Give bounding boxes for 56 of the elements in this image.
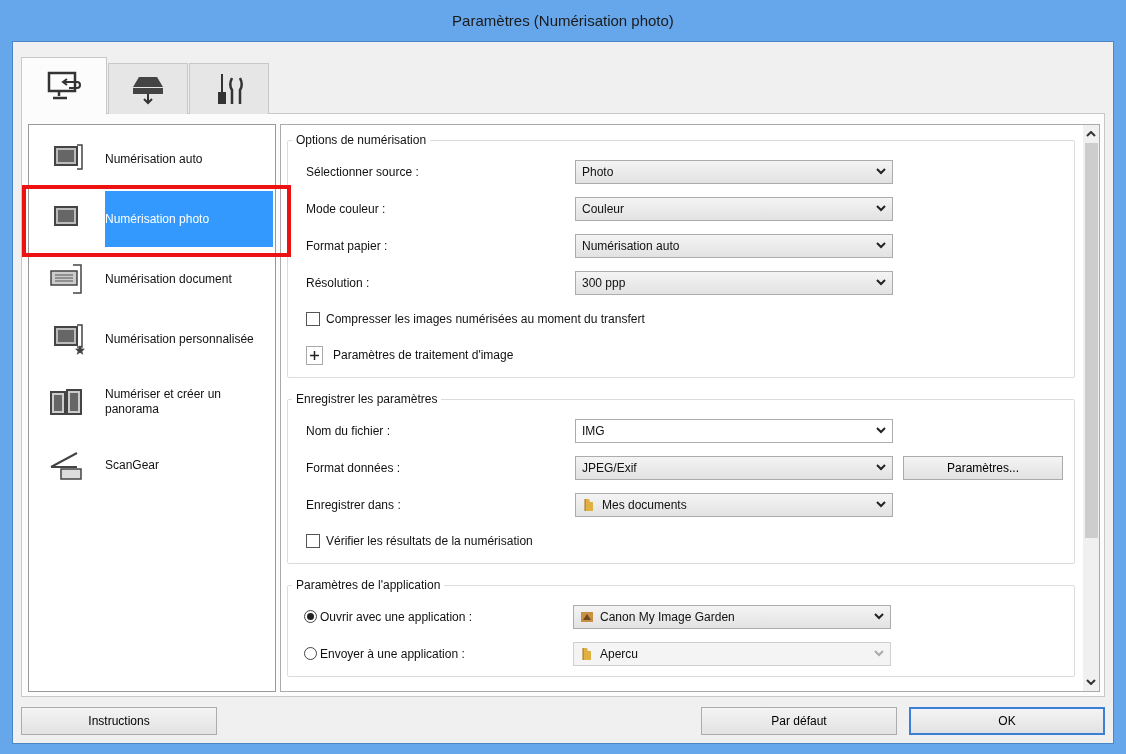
radio-label[interactable]: Ouvrir avec une application : — [320, 609, 473, 624]
plus-icon — [310, 350, 319, 360]
chevron-down-icon — [874, 650, 884, 657]
scroll-up-icon[interactable] — [1086, 131, 1096, 137]
checkbox-label[interactable]: Compresser les images numérisées au moment du transfert — [326, 312, 645, 326]
chevron-down-icon — [874, 613, 884, 620]
chevron-down-icon — [876, 279, 886, 286]
expand-button[interactable] — [306, 345, 323, 365]
dropdown[interactable]: Mes documents — [575, 492, 893, 517]
field-label: Format données : — [306, 460, 402, 475]
chevron-down-icon — [876, 205, 886, 212]
sidebar-item[interactable]: Numériser et créer un panorama — [105, 371, 273, 433]
field-label: Format papier : — [306, 238, 389, 253]
dropdown[interactable]: Canon My Image Garden — [573, 604, 891, 629]
field-label: Nom du fichier : — [306, 423, 392, 438]
tab[interactable] — [108, 63, 188, 114]
field-label: Sélectionner source : — [306, 164, 420, 179]
field-label: Mode couleur : — [306, 201, 387, 216]
chevron-down-icon — [876, 242, 886, 249]
chevron-down-icon — [876, 501, 886, 508]
field-label: Résolution : — [306, 275, 371, 290]
sidebar-item[interactable]: Numérisation personnalisée — [105, 311, 273, 367]
combo-box[interactable]: IMG — [575, 418, 893, 443]
scroll-down-icon[interactable] — [1086, 679, 1096, 685]
dialog-button[interactable]: OK — [909, 707, 1105, 735]
chevron-down-icon — [876, 464, 886, 471]
expander-label: Paramètres de traitement d'image — [333, 348, 514, 362]
checkbox[interactable] — [306, 534, 320, 548]
dialog-button[interactable]: Par défaut — [701, 707, 897, 735]
dropdown[interactable]: Couleur — [575, 196, 893, 221]
checkbox-label[interactable]: Vérifier les résultats de la numérisation — [326, 534, 533, 548]
computer-icon — [47, 71, 81, 101]
sidebar-item[interactable]: Numérisation auto — [105, 131, 273, 187]
group-title: Options de numérisation — [295, 133, 428, 147]
dropdown[interactable]: Numérisation auto — [575, 233, 893, 258]
dropdown[interactable]: JPEG/Exif — [575, 455, 893, 480]
dropdown[interactable]: Photo — [575, 159, 893, 184]
flatbed-scanner-icon — [49, 449, 85, 481]
settings-button[interactable]: Paramètres... — [903, 455, 1063, 480]
group-title: Paramètres de l'application — [295, 578, 442, 592]
document-scan-icon — [49, 263, 85, 295]
chevron-down-icon — [876, 427, 886, 434]
window-title: Paramètres (Numérisation photo) — [451, 11, 675, 31]
sidebar-item[interactable]: Numérisation document — [105, 251, 273, 307]
panorama-icon — [49, 386, 85, 418]
checkbox[interactable] — [306, 312, 320, 326]
group-title: Enregistrer les paramètres — [295, 392, 439, 406]
tab[interactable] — [21, 57, 107, 114]
radio-button[interactable] — [304, 610, 317, 623]
chevron-down-icon — [876, 168, 886, 175]
dropdown[interactable]: 300 ppp — [575, 270, 893, 295]
sidebar-item[interactable]: ScanGear — [105, 437, 273, 493]
scrollbar[interactable] — [1083, 125, 1099, 691]
dialog-button[interactable]: Instructions — [21, 707, 217, 735]
field-label: Enregistrer dans : — [306, 497, 402, 512]
tab[interactable] — [189, 63, 269, 114]
